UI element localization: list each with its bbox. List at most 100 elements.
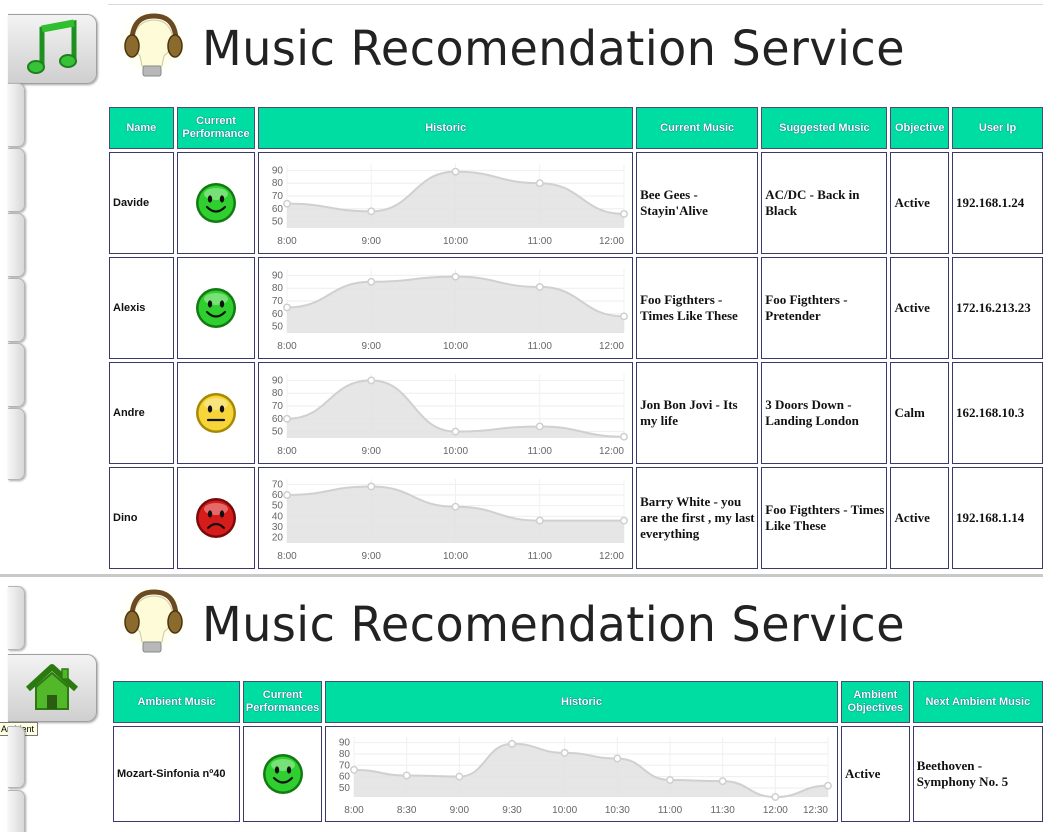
objective: Active: [890, 152, 950, 254]
historic-cell: 90 80 70 60 50 8:00 9:00 10:00 11:00 12:00: [258, 152, 634, 254]
x-tick-label: 12:00: [599, 551, 624, 562]
data-point: [451, 502, 460, 511]
ambient-table-header: Ambient Music Current Performances Histo…: [113, 681, 1043, 723]
y-tick-label: 20: [272, 533, 284, 544]
performance-cell: [176, 362, 256, 464]
table-row[interactable]: Andre 90 80 70 60 50 8:00 9:00 10:00 11:00 12:00 …: [109, 362, 1043, 464]
x-tick-label: 10:00: [552, 805, 577, 816]
tab-2[interactable]: [8, 83, 25, 147]
data-point: [536, 422, 545, 431]
x-tick-label: 10:00: [443, 236, 468, 247]
data-point: [367, 376, 376, 385]
data-point: [620, 209, 629, 218]
table-row[interactable]: Davide 90 80 70 60 50 8:00 9:00 10:00 11:00 12:00…: [109, 152, 1043, 254]
tab-7[interactable]: [8, 408, 25, 480]
user-ip: 162.168.10.3: [952, 362, 1043, 464]
data-point: [508, 739, 516, 748]
historic-chart: 90 80 70 60 50 8:00 9:00 10:00 11:00 12:00: [272, 269, 629, 352]
data-point: [666, 776, 674, 784]
users-panel: Music Recomendation Service Name Current…: [0, 0, 1043, 575]
users-table-header: Name Current Performance Historic Curren…: [109, 107, 1043, 149]
sidebar: [0, 0, 100, 575]
x-tick-label: 10:00: [443, 341, 468, 352]
y-tick-label: 70: [339, 760, 351, 771]
next-ambient-music: Beethoven - Symphony No. 5: [912, 726, 1043, 822]
suggested-music: Foo Figthters - Times Like These: [761, 467, 888, 569]
y-tick-label: 50: [339, 783, 351, 794]
y-tick-label: 50: [272, 501, 284, 512]
user-name: Andre: [109, 362, 174, 464]
y-tick-label: 70: [272, 401, 284, 412]
col-ambient-music: Ambient Music: [113, 681, 241, 723]
y-tick-label: 70: [272, 479, 284, 490]
performance-cell: [176, 467, 256, 569]
x-tick-label: 12:00: [599, 236, 624, 247]
user-name: Davide: [109, 152, 174, 254]
header: Music Recomendation Service: [112, 8, 905, 88]
x-tick-label: 9:00: [362, 551, 382, 562]
user-ip: 192.168.1.24: [952, 152, 1043, 254]
tab-3[interactable]: [8, 148, 25, 212]
historic-chart: 90 80 70 60 50 8:00 9:00 10:00 11:00 12:00: [272, 374, 629, 457]
y-tick-label: 70: [272, 191, 284, 202]
data-point: [283, 303, 292, 312]
user-name: Alexis: [109, 257, 174, 359]
current-music: Jon Bon Jovi - Its my life: [636, 362, 759, 464]
data-point: [451, 427, 460, 436]
data-point: [620, 432, 629, 441]
bulb-headphones-icon: [114, 584, 190, 660]
data-point: [536, 179, 545, 188]
data-point: [402, 771, 411, 780]
y-tick-label: 60: [339, 772, 351, 783]
data-point: [367, 277, 376, 286]
historic-cell: 70 60 50 40 30 20 8:00 9:00 10:00 11:00 12:00: [258, 467, 634, 569]
tab-home[interactable]: [8, 654, 97, 722]
tab-6[interactable]: [8, 343, 25, 407]
tab-1[interactable]: [8, 586, 25, 650]
y-tick-label: 60: [272, 414, 284, 425]
objective: Active: [890, 257, 950, 359]
col-objective: Objective: [890, 107, 950, 149]
current-music: Barry White - you are the first , my las…: [636, 467, 759, 569]
tab-4[interactable]: [8, 213, 25, 277]
x-tick-label: 11:00: [528, 551, 553, 562]
x-tick-label: 8:00: [278, 236, 298, 247]
x-tick-label: 8:00: [278, 446, 298, 457]
y-tick-label: 50: [272, 322, 284, 333]
historic-chart: 90 80 70 60 50 8:00 9:00 10:00 11:00 12:00: [272, 164, 629, 247]
table-row[interactable]: Mozart-Sinfonia nº40 90 80 70 60 50 8:00 8:30 9…: [113, 726, 1043, 822]
data-point: [613, 754, 622, 763]
tab-4[interactable]: [8, 790, 25, 832]
col-ambient-objectives: Ambient Objectives: [841, 681, 910, 723]
users-table: Name Current Performance Historic Curren…: [106, 104, 1043, 572]
user-ip: 172.16.213.23: [952, 257, 1043, 359]
tab-3[interactable]: [8, 726, 25, 788]
y-tick-label: 80: [272, 283, 284, 294]
data-point: [367, 207, 376, 216]
series-area: [287, 171, 625, 228]
y-tick-label: 40: [272, 511, 284, 522]
y-tick-label: 50: [272, 427, 284, 438]
col-historic: Historic: [325, 681, 839, 723]
data-point: [824, 781, 832, 790]
data-point: [620, 312, 629, 321]
table-row[interactable]: Alexis 90 80 70 60 50 8:00 9:00 10:00 11:00 12:00…: [109, 257, 1043, 359]
x-tick-label: 11:00: [658, 805, 683, 816]
tab-5[interactable]: [8, 278, 25, 342]
data-point: [283, 199, 292, 208]
objective: Active: [890, 467, 950, 569]
x-tick-label: 10:00: [443, 446, 468, 457]
tab-music[interactable]: [8, 14, 97, 84]
data-point: [283, 414, 292, 423]
y-tick-label: 50: [272, 217, 284, 228]
x-tick-label: 11:30: [711, 805, 736, 816]
music-note-icon: [27, 19, 77, 74]
y-tick-label: 60: [272, 204, 284, 215]
series-area: [287, 276, 625, 333]
table-row[interactable]: Dino 70 60 50 40 30 20 8:00 9:00 10:00 11:00 12:00…: [109, 467, 1043, 569]
y-tick-label: 60: [272, 309, 284, 320]
top-rule: [108, 4, 1043, 5]
x-tick-label: 9:00: [362, 341, 382, 352]
suggested-music: AC/DC - Back in Black: [761, 152, 888, 254]
x-tick-label: 11:00: [528, 341, 553, 352]
